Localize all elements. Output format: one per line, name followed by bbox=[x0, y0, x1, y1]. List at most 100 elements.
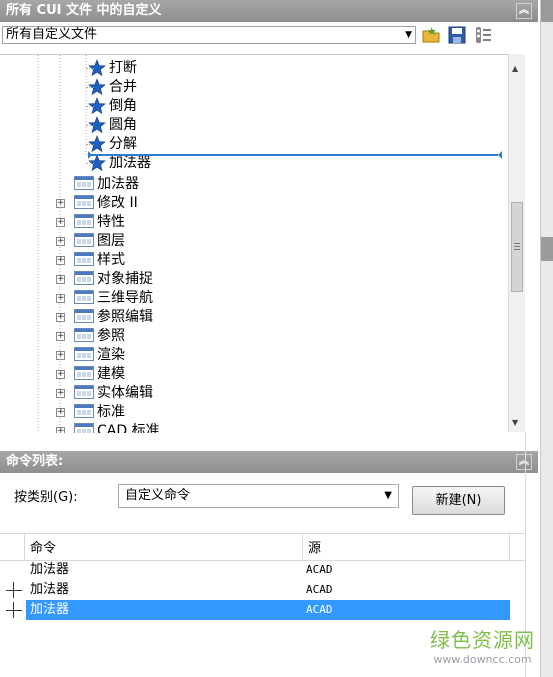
toolbar-icon bbox=[74, 233, 94, 247]
tree-toolbar-item[interactable]: 修改 II bbox=[74, 194, 138, 213]
expand-toggle-icon[interactable]: + bbox=[56, 237, 65, 246]
tree-command-label: 打断 bbox=[109, 60, 137, 76]
command-cell: 加法器 bbox=[30, 602, 70, 617]
tree-toolbar-label: 图层 bbox=[97, 233, 125, 249]
table-row[interactable]: 加法器 ACAD bbox=[26, 580, 509, 600]
expand-toggle-icon[interactable]: + bbox=[56, 275, 65, 284]
tree-toolbar-label: 修改 II bbox=[97, 195, 138, 211]
expand-toggle-icon[interactable]: + bbox=[56, 313, 65, 322]
collapse-panel-button[interactable]: ︽ bbox=[516, 3, 532, 19]
tree-command-item[interactable]: 圆角 bbox=[86, 116, 137, 135]
watermark: 绿色资源网 www.downcc.com bbox=[430, 624, 535, 666]
tree-scrollbar-thumb[interactable] bbox=[511, 202, 523, 292]
expand-toggle-icon[interactable]: + bbox=[56, 389, 65, 398]
open-file-icon[interactable] bbox=[421, 25, 441, 45]
tree-toolbar-label: 建模 bbox=[97, 366, 125, 382]
tree-toolbar-item[interactable]: 对象捕捉 bbox=[74, 270, 153, 289]
expand-toggle-icon[interactable]: + bbox=[56, 294, 65, 303]
source-cell: ACAD bbox=[306, 583, 333, 596]
expand-toggle-icon[interactable]: + bbox=[56, 408, 65, 417]
tree-toolbar-item[interactable]: 参照编辑 bbox=[74, 308, 153, 327]
command-table-header: 命令 源 bbox=[0, 533, 525, 561]
watermark-url: www.downcc.com bbox=[433, 653, 532, 666]
source-cell: ACAD bbox=[306, 563, 333, 576]
toolbar-icon bbox=[74, 385, 94, 399]
tree-toolbar-label: 标准 bbox=[97, 404, 125, 420]
tree-toolbar-label: 渲染 bbox=[97, 347, 125, 363]
toolbar-icon bbox=[74, 328, 94, 342]
tree-scrollbar[interactable]: ▲ ▼ bbox=[508, 54, 525, 432]
scroll-up-arrow-icon[interactable]: ▲ bbox=[512, 64, 518, 73]
chevron-down-icon: ▼ bbox=[405, 30, 412, 40]
column-header-command[interactable]: 命令 bbox=[30, 537, 56, 556]
tree-command-item[interactable]: 倒角 bbox=[86, 97, 137, 116]
category-select-value: 自定义命令 bbox=[125, 488, 191, 503]
expand-toggle-icon[interactable]: + bbox=[56, 351, 65, 360]
column-header-source[interactable]: 源 bbox=[308, 537, 321, 556]
expand-toggle-icon[interactable]: + bbox=[56, 256, 65, 265]
tree-toolbar-item[interactable]: 特性 bbox=[74, 213, 125, 232]
toolbar-icon bbox=[74, 176, 94, 190]
toolbar-icon bbox=[74, 252, 94, 266]
right-panel-tab[interactable] bbox=[541, 237, 553, 261]
tree-toolbar-label: 样式 bbox=[97, 252, 125, 268]
tree-toolbar-label: 参照编辑 bbox=[97, 309, 153, 325]
command-list-title: 命令列表: bbox=[6, 454, 64, 469]
toolbar-icon bbox=[74, 404, 94, 418]
right-panel-tab[interactable] bbox=[541, 0, 553, 22]
move-cursor-icon bbox=[6, 582, 22, 598]
tree-toolbar-item[interactable]: 渲染 bbox=[74, 346, 125, 365]
table-row[interactable]: 加法器 ACAD bbox=[26, 560, 509, 580]
chevron-up-icon: ︽ bbox=[519, 456, 529, 467]
tree-command-label: 倒角 bbox=[109, 98, 137, 114]
expand-toggle-icon[interactable]: + bbox=[56, 370, 65, 379]
customizations-tree[interactable]: 打断 合并 倒角 圆角 分解 加法器 加法器 + 修改 II + 特性 + 图层 + 样式 + 对象捕捉 + 三维导… bbox=[0, 54, 525, 433]
toolbar-icon bbox=[74, 271, 94, 285]
tree-toolbar-item[interactable]: 参照 bbox=[74, 327, 125, 346]
command-cell: 加法器 bbox=[30, 582, 70, 597]
tree-toolbar-item[interactable]: 图层 bbox=[74, 232, 125, 251]
save-icon[interactable] bbox=[447, 25, 467, 45]
chevron-down-icon: ▼ bbox=[384, 490, 392, 501]
expand-toggle-icon[interactable]: + bbox=[56, 199, 65, 208]
source-cell: ACAD bbox=[306, 603, 333, 616]
command-cell: 加法器 bbox=[30, 562, 70, 577]
tree-toolbar-label: 对象捕捉 bbox=[97, 271, 153, 287]
tree-toolbar-item[interactable]: CAD 标准 bbox=[74, 422, 160, 433]
new-command-button[interactable]: 新建(N) bbox=[412, 486, 505, 515]
tree-toolbar-label: CAD 标准 bbox=[97, 423, 160, 433]
collapse-command-list-button[interactable]: ︽ bbox=[516, 454, 532, 470]
customizations-panel-title: 所有 CUI 文件 中的自定义 bbox=[6, 3, 162, 18]
scroll-down-arrow-icon[interactable]: ▼ bbox=[512, 418, 518, 427]
tree-toolbar-item[interactable]: 实体编辑 bbox=[74, 384, 153, 403]
toolbar-icon bbox=[74, 423, 94, 433]
expand-toggle-icon[interactable]: + bbox=[56, 332, 65, 341]
tree-command-item[interactable]: 合并 bbox=[86, 78, 137, 97]
tree-toolbar-item[interactable]: 加法器 bbox=[74, 175, 139, 194]
tree-toolbar-label: 特性 bbox=[97, 214, 125, 230]
cui-file-select[interactable]: 所有自定义文件 ▼ bbox=[2, 26, 416, 44]
tree-toolbar-item[interactable]: 建模 bbox=[74, 365, 125, 384]
tree-toolbar-item[interactable]: 三维导航 bbox=[74, 289, 153, 308]
toolbar-icon bbox=[74, 309, 94, 323]
toolbar-icon bbox=[74, 366, 94, 380]
table-row[interactable]: 加法器 ACAD bbox=[26, 600, 509, 620]
expand-toggle-icon[interactable]: + bbox=[56, 427, 65, 433]
tree-toolbar-item[interactable]: 标准 bbox=[74, 403, 125, 422]
toolbar-icon bbox=[74, 347, 94, 361]
toolbar-icon bbox=[74, 195, 94, 209]
tree-toolbar-label: 实体编辑 bbox=[97, 385, 153, 401]
category-select[interactable]: 自定义命令 ▼ bbox=[118, 484, 399, 508]
tree-command-label: 合并 bbox=[109, 79, 137, 95]
cui-file-select-value: 所有自定义文件 bbox=[6, 27, 98, 42]
command-list-panel-header: 命令列表: ︽ bbox=[0, 451, 538, 473]
expand-toggle-icon[interactable]: + bbox=[56, 218, 65, 227]
customizations-panel-header: 所有 CUI 文件 中的自定义 ︽ bbox=[0, 0, 538, 22]
category-label: 按类别(G): bbox=[14, 490, 78, 505]
toolbar-icon bbox=[74, 290, 94, 304]
right-side-panel-strip bbox=[540, 0, 553, 677]
tree-command-item[interactable]: 打断 bbox=[86, 59, 137, 78]
display-filters-icon[interactable] bbox=[473, 25, 493, 45]
toolbar-icon bbox=[74, 214, 94, 228]
tree-toolbar-item[interactable]: 样式 bbox=[74, 251, 125, 270]
